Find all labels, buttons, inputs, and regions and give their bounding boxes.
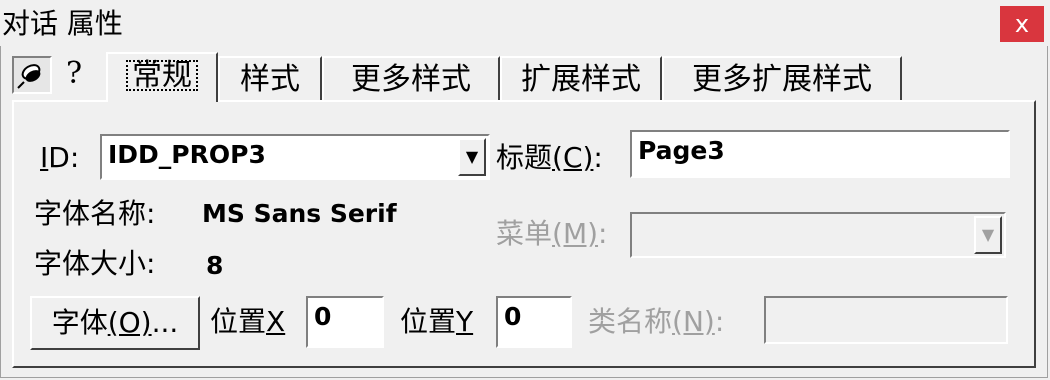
close-button[interactable]: x	[1000, 6, 1044, 42]
caption-input[interactable]: Page3	[630, 130, 1010, 178]
class-name-input[interactable]	[764, 296, 1008, 344]
position-x-input[interactable]: 0	[306, 296, 384, 348]
menu-combobox[interactable]: ▼	[630, 212, 1006, 258]
tab-more-styles[interactable]: 更多样式	[322, 56, 500, 100]
window-title: 对话 属性	[2, 7, 123, 40]
class-name-label: 类名称(N):	[588, 305, 725, 338]
caption-label: 标题(C):	[496, 141, 603, 174]
font-name-label: 字体名称:	[34, 197, 156, 230]
position-y-label: 位置Y	[400, 305, 474, 338]
id-label: ID:	[40, 141, 80, 174]
chevron-down-icon: ▼	[465, 147, 479, 166]
tab-style[interactable]: 样式	[218, 56, 322, 100]
position-y-input[interactable]: 0	[496, 296, 572, 348]
position-x-label: 位置X	[210, 305, 286, 338]
font-size-label: 字体大小:	[34, 247, 156, 280]
font-size-value: 8	[206, 251, 224, 280]
tab-extended-styles[interactable]: 扩展样式	[500, 56, 662, 100]
menu-dropdown-button[interactable]: ▼	[974, 216, 1002, 254]
tab-more-extended-styles[interactable]: 更多扩展样式	[662, 56, 902, 100]
caption-value: Page3	[638, 136, 725, 165]
position-y-value: 0	[504, 302, 522, 331]
chevron-down-icon: ▼	[981, 225, 995, 244]
id-value: IDD_PROP3	[108, 140, 266, 169]
close-icon: x	[1014, 10, 1030, 38]
id-combobox[interactable]: IDD_PROP3 ▼	[100, 134, 490, 180]
tab-general[interactable]: 常规	[106, 52, 218, 102]
title-bar: 对话 属性 x	[0, 0, 1050, 46]
pushpin-icon[interactable]	[12, 56, 52, 94]
menu-label: 菜单(M):	[496, 217, 608, 250]
help-icon[interactable]: ?	[60, 54, 88, 94]
id-dropdown-button[interactable]: ▼	[458, 138, 486, 176]
font-button[interactable]: 字体(O)...	[30, 296, 200, 350]
position-x-value: 0	[314, 302, 332, 331]
font-name-value: MS Sans Serif	[202, 199, 397, 228]
